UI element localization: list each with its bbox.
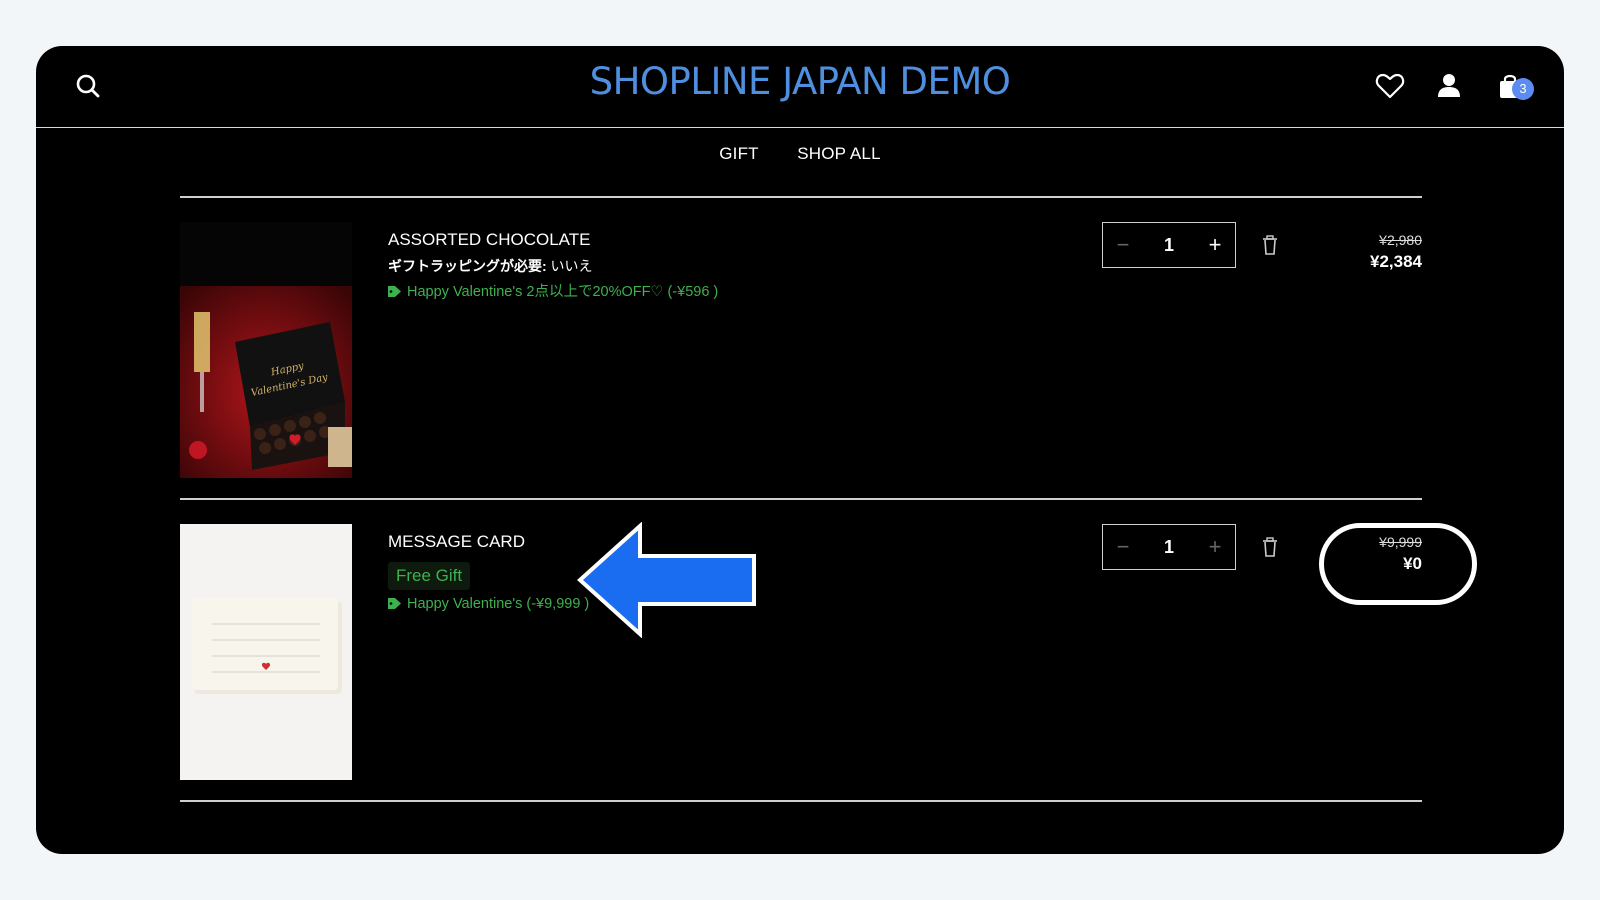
site-logo[interactable]: SHOPLINE JAPAN DEMO: [36, 60, 1564, 103]
user-icon[interactable]: [1433, 70, 1465, 102]
product-title[interactable]: MESSAGE CARD: [388, 532, 525, 552]
nav-item-shop-all[interactable]: SHOP ALL: [797, 144, 881, 164]
promo-line: Happy Valentine's 2点以上で20%OFF♡ (-¥596 ): [388, 280, 718, 301]
trash-icon[interactable]: [1260, 536, 1280, 558]
cart-count-badge: 3: [1512, 78, 1534, 100]
sale-price: ¥2,384: [1370, 252, 1422, 271]
decrease-quantity-button[interactable]: −: [1103, 525, 1143, 569]
decrease-quantity-button[interactable]: −: [1103, 223, 1143, 267]
trash-icon[interactable]: [1260, 234, 1280, 256]
main-nav: GIFT SHOP ALL: [36, 144, 1564, 164]
promo-line: Happy Valentine's (-¥9,999 ): [388, 596, 589, 612]
divider: [180, 498, 1422, 500]
quantity-stepper[interactable]: − 1 +: [1102, 222, 1236, 268]
annotation-arrow-icon: [577, 522, 756, 638]
price-highlight-circle: [1319, 523, 1477, 605]
increase-quantity-button[interactable]: +: [1195, 223, 1235, 267]
option-value: いいえ: [546, 258, 593, 274]
heart-icon[interactable]: [1374, 70, 1406, 102]
quantity-value[interactable]: 1: [1143, 525, 1195, 569]
price-block: ¥2,980 ¥2,384: [1370, 232, 1422, 272]
increase-quantity-button[interactable]: +: [1195, 525, 1235, 569]
tag-icon: [388, 286, 401, 297]
product-option: ギフトラッピングが必要: いいえ: [388, 256, 593, 276]
option-label: ギフトラッピングが必要:: [388, 258, 547, 274]
free-gift-badge: Free Gift: [388, 562, 471, 590]
quantity-stepper[interactable]: − 1 +: [1102, 524, 1236, 570]
quantity-value[interactable]: 1: [1143, 223, 1195, 267]
nav-item-gift[interactable]: GIFT: [719, 144, 759, 164]
original-price: ¥2,980: [1379, 232, 1422, 248]
shop-window: SHOPLINE JAPAN DEMO 3 GIFT SHOP ALL Happ…: [36, 46, 1564, 854]
promo-text: Happy Valentine's (-¥9,999 ): [407, 596, 590, 612]
cart-item: MESSAGE CARD Free Gift Happy Valentine's…: [180, 524, 1422, 780]
promo-text: Happy Valentine's 2点以上で20%OFF♡ (-¥596 ): [407, 284, 719, 300]
divider: [180, 800, 1422, 802]
site-header: SHOPLINE JAPAN DEMO 3: [36, 46, 1564, 128]
product-image-chocolate[interactable]: Happy Valentine's Day: [180, 222, 352, 478]
product-title[interactable]: ASSORTED CHOCOLATE: [388, 230, 590, 250]
product-image-message-card[interactable]: [180, 524, 352, 780]
divider: [180, 196, 1422, 198]
tag-icon: [388, 598, 401, 609]
cart-item: Happy Valentine's Day ASSORTED CHOCOLATE…: [180, 222, 1422, 478]
